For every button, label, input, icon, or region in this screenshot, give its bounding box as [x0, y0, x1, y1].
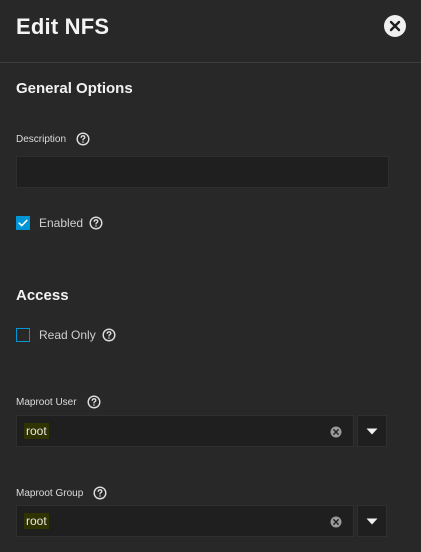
maproot-user-label-row: Maproot User: [16, 395, 101, 409]
enabled-label: Enabled: [39, 216, 84, 230]
enabled-row: Enabled: [16, 216, 103, 230]
help-circle-icon[interactable]: [93, 486, 107, 500]
close-circle-icon: [389, 20, 401, 32]
checkmark-icon: [18, 219, 28, 227]
maproot-user-combobox[interactable]: root: [16, 415, 354, 447]
maproot-user-dropdown-button[interactable]: [357, 415, 387, 447]
access-heading: Access: [16, 287, 69, 304]
caret-down-icon: [366, 428, 378, 435]
maproot-group-combobox[interactable]: root: [16, 505, 354, 537]
dialog-header: Edit NFS: [0, 0, 421, 63]
help-circle-icon[interactable]: [87, 395, 101, 409]
help-circle-icon[interactable]: [102, 328, 116, 342]
maproot-group-dropdown-button[interactable]: [357, 505, 387, 537]
clear-icon[interactable]: [330, 516, 342, 528]
maproot-group-label-row: Maproot Group: [16, 486, 107, 500]
close-button[interactable]: [384, 15, 406, 37]
maproot-group-value: root: [24, 513, 49, 529]
clear-icon[interactable]: [330, 426, 342, 438]
description-input[interactable]: [16, 156, 389, 188]
read-only-label: Read Only: [39, 328, 96, 342]
help-circle-icon[interactable]: [89, 216, 103, 230]
maproot-user-label: Maproot User: [16, 396, 77, 408]
read-only-checkbox[interactable]: [16, 328, 30, 342]
general-options-heading: General Options: [16, 80, 133, 97]
description-label: Description: [16, 133, 67, 145]
dialog-title: Edit NFS: [16, 14, 110, 39]
enabled-checkbox[interactable]: [16, 216, 30, 230]
maproot-user-value: root: [24, 423, 49, 439]
read-only-row: Read Only: [16, 328, 116, 342]
caret-down-icon: [366, 518, 378, 525]
description-label-row: Description: [16, 132, 90, 146]
maproot-group-label: Maproot Group: [16, 487, 84, 499]
help-circle-icon[interactable]: [76, 132, 90, 146]
